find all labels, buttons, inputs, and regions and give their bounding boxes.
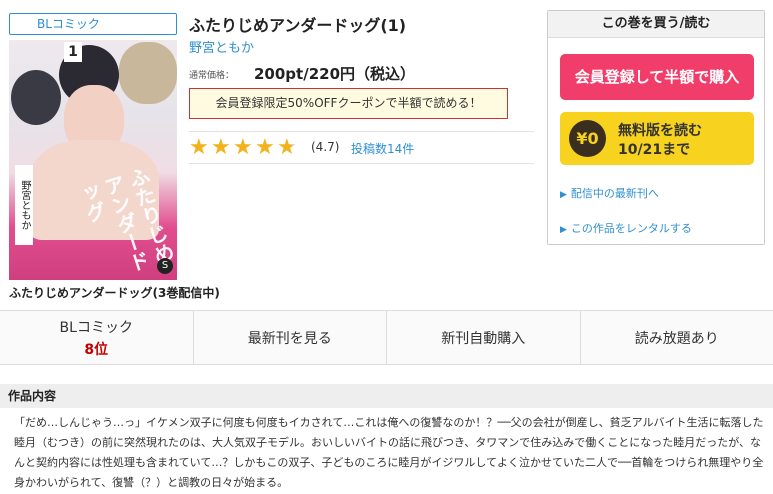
cover-author: 野宮ともか [15, 165, 33, 245]
price-label: 通常価格： [189, 71, 235, 81]
triangle-right-icon: ▶ [560, 190, 567, 200]
ranking-position: 8位 [84, 341, 109, 358]
cover-figure-right [119, 42, 177, 104]
divider [189, 163, 534, 164]
review-count-link[interactable]: 投稿数14件 [351, 140, 414, 157]
tab-latest-label: 最新刊を見る [247, 330, 332, 347]
tab-auto-buy-label: 新刊自動購入 [441, 330, 526, 347]
tab-unlimited[interactable]: 読み放題あり [581, 311, 773, 364]
triangle-right-icon: ▶ [560, 225, 567, 235]
summary-text: 「だめ…しんじゃう…っ」イケメン双子に何度も何度もイカされて…これは俺への復讐な… [14, 416, 764, 489]
free-read-button[interactable]: ¥0 無料版を読む 10/21まで [560, 112, 754, 165]
register-half-price-button[interactable]: 会員登録して半額で購入 [560, 54, 754, 100]
rental-label: この作品をレンタルする [570, 222, 692, 235]
price-value: 200pt/220円（税込） [254, 65, 416, 83]
book-cover-image[interactable]: 1 野宮ともか ふたりじめアンダードッグ S [9, 40, 177, 280]
star-icon: ★ [255, 135, 275, 160]
series-title: ふたりじめアンダードッグ(3巻配信中) [9, 286, 220, 300]
star-half-icon: ★ [277, 135, 297, 160]
star-icon: ★ [211, 135, 231, 160]
buy-panel: この巻を買う/読む 会員登録して半額で購入 ¥0 無料版を読む 10/21まで … [547, 10, 765, 245]
action-tabs: BLコミック 8位 最新刊を見る 新刊自動購入 読み放題あり [0, 310, 773, 365]
rental-link[interactable]: ▶ この作品をレンタルする [560, 220, 692, 236]
star-icon: ★ [233, 135, 253, 160]
star-icon: ★ [189, 135, 209, 160]
latest-volume-link[interactable]: ▶ 配信中の最新刊へ [560, 185, 659, 201]
genre-badge[interactable]: BLコミック [9, 13, 177, 35]
rating-stars: ★ ★ ★ ★ ★ [189, 135, 298, 160]
coupon-banner[interactable]: 会員登録限定50%OFFクーポンで半額で読める！ [189, 88, 508, 119]
tab-latest[interactable]: 最新刊を見る [194, 311, 387, 364]
cover-volume-number: 1 [64, 42, 82, 62]
summary-heading: 作品内容 [0, 384, 773, 408]
divider [189, 131, 534, 132]
author-link[interactable]: 野宮ともか [189, 37, 254, 56]
rating-value: (4.7) [311, 140, 340, 154]
yen-coin-icon: ¥0 [569, 120, 606, 157]
free-read-deadline: 10/21まで [618, 142, 691, 158]
free-read-label: 無料版を読む [618, 123, 702, 139]
tab-auto-buy[interactable]: 新刊自動購入 [387, 311, 581, 364]
tab-unlimited-label: 読み放題あり [634, 330, 719, 347]
tab-ranking[interactable]: BLコミック 8位 [0, 311, 194, 364]
publisher-logo-icon: S [157, 258, 173, 274]
buy-panel-header: この巻を買う/読む [548, 11, 764, 38]
latest-volume-label: 配信中の最新刊へ [570, 187, 659, 200]
book-title: ふたりじめアンダードッグ(1) [189, 16, 407, 35]
ranking-category: BLコミック [59, 319, 133, 336]
cover-figure-left [11, 70, 61, 125]
